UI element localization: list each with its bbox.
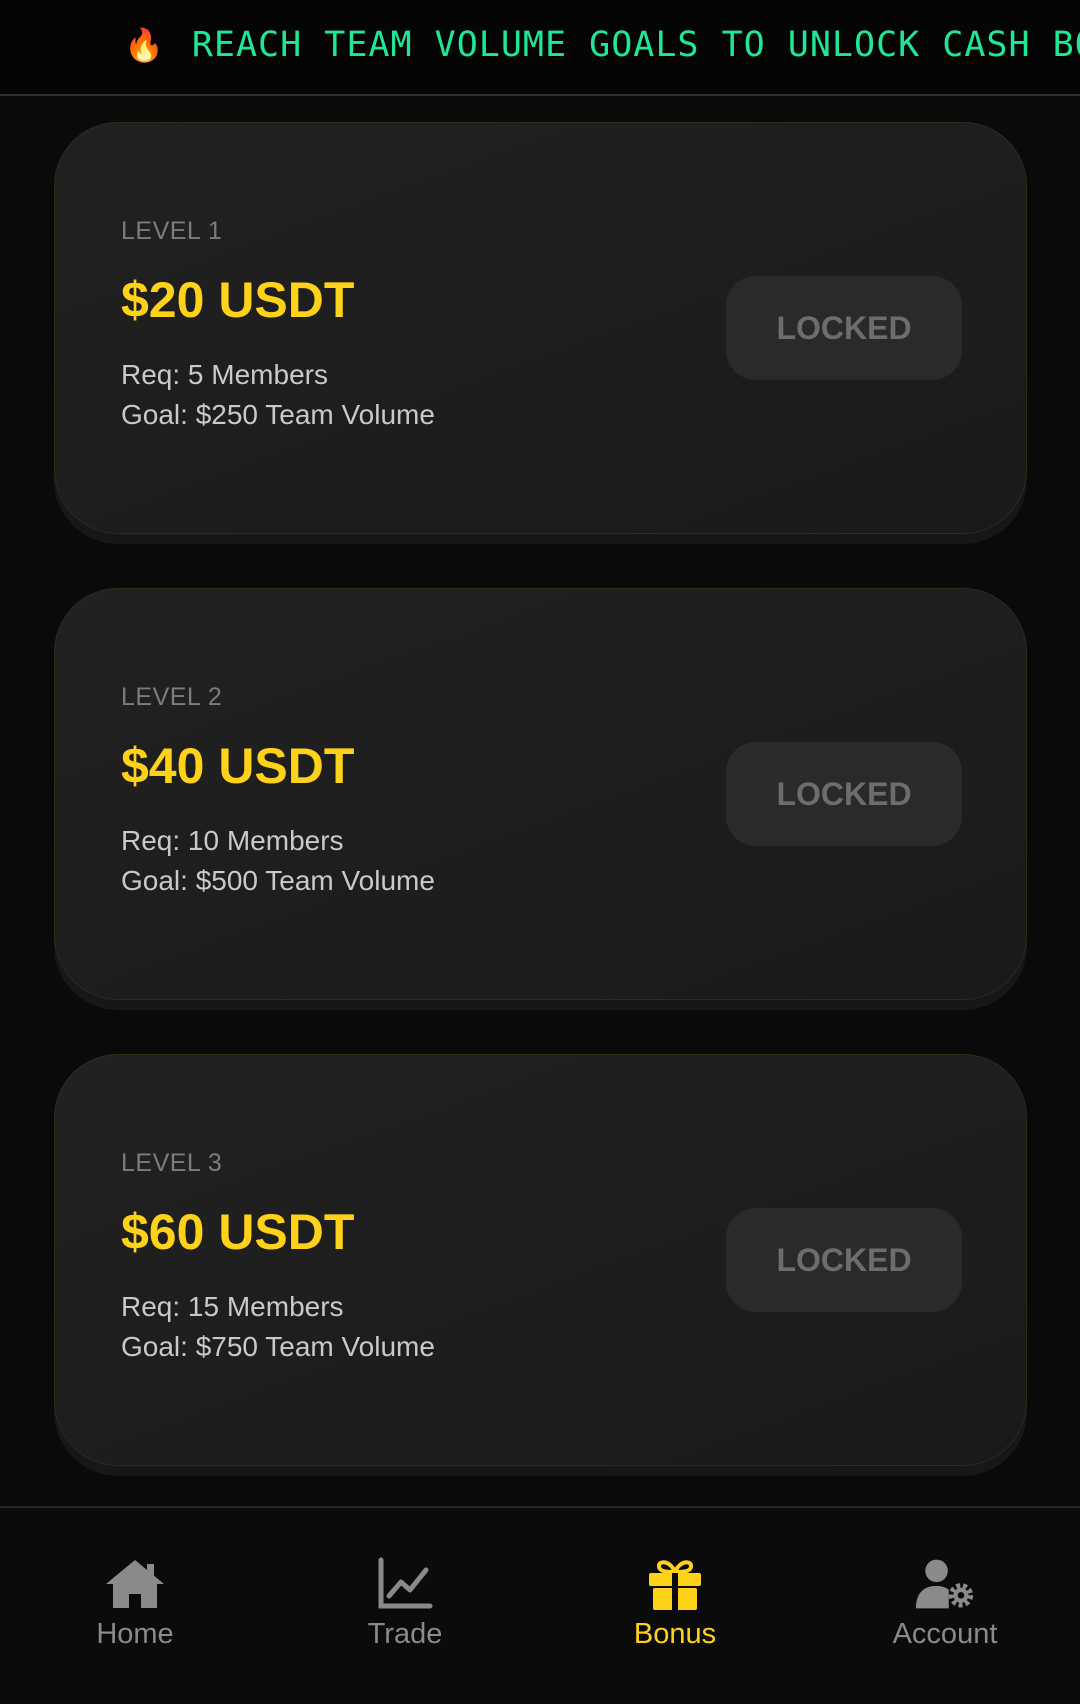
reward-amount: $60 USDT: [121, 1204, 355, 1260]
nav-home[interactable]: Home: [0, 1508, 270, 1704]
bottom-nav: Home Trade Bonus Account: [0, 1506, 1080, 1704]
level-label: LEVEL 3: [121, 1149, 223, 1177]
nav-trade-label: Trade: [367, 1618, 443, 1650]
nav-bonus-label: Bonus: [633, 1618, 717, 1650]
volume-goal: Goal: $750 Team Volume: [121, 1331, 435, 1362]
reward-amount: $40 USDT: [121, 738, 355, 794]
level-card-2: LEVEL 2 $40 USDT Req: 10 Members Goal: $…: [54, 588, 1027, 1000]
ticker-text: REACH TEAM VOLUME GOALS TO UNLOCK CASH B…: [191, 25, 1080, 65]
locked-button[interactable]: LOCKED: [726, 276, 962, 380]
nav-trade[interactable]: Trade: [270, 1508, 540, 1704]
gift-icon: [649, 1560, 701, 1610]
fire-icon: 🔥: [124, 27, 164, 63]
locked-button[interactable]: LOCKED: [726, 742, 962, 846]
member-requirement: Req: 15 Members: [121, 1291, 344, 1322]
member-requirement: Req: 10 Members: [121, 825, 344, 856]
nav-account-label: Account: [892, 1618, 998, 1650]
member-requirement: Req: 5 Members: [121, 359, 328, 390]
chart-line-icon: [378, 1557, 433, 1609]
level-label: LEVEL 2: [121, 683, 223, 711]
user-gear-icon: [915, 1559, 974, 1609]
volume-goal: Goal: $500 Team Volume: [121, 865, 435, 896]
announcement-ticker: 🔥 REACH TEAM VOLUME GOALS TO UNLOCK CASH…: [0, 0, 1080, 96]
level-label: LEVEL 1: [121, 217, 223, 245]
nav-bonus[interactable]: Bonus: [540, 1508, 810, 1704]
nav-account[interactable]: Account: [810, 1508, 1080, 1704]
level-card-3: LEVEL 3 $60 USDT Req: 15 Members Goal: $…: [54, 1054, 1027, 1466]
level-card-1: LEVEL 1 $20 USDT Req: 5 Members Goal: $2…: [54, 122, 1027, 534]
home-icon: [106, 1560, 164, 1608]
volume-goal: Goal: $250 Team Volume: [121, 399, 435, 430]
nav-home-label: Home: [96, 1618, 174, 1650]
reward-amount: $20 USDT: [121, 272, 355, 328]
locked-button[interactable]: LOCKED: [726, 1208, 962, 1312]
